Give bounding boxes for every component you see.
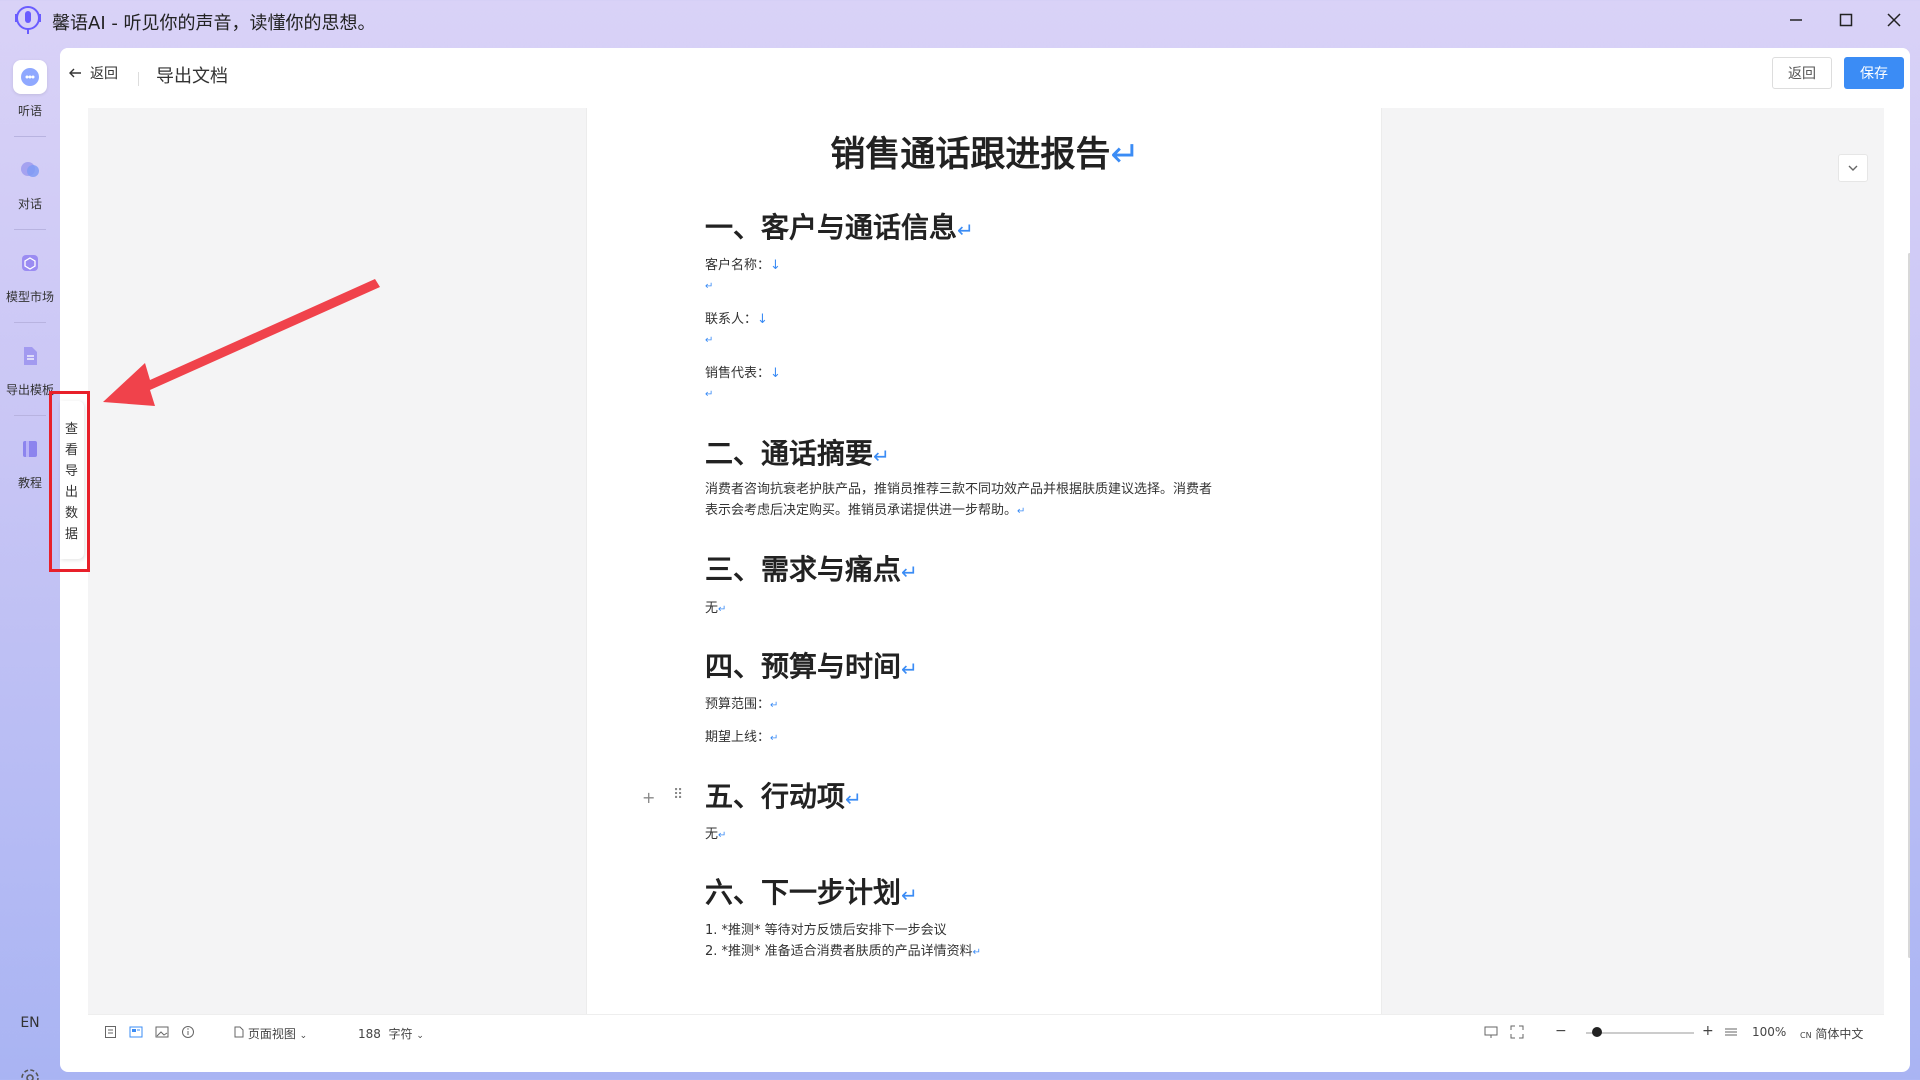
header-divider — [138, 72, 139, 86]
empty-paragraph: ↵ — [705, 335, 714, 346]
arrow-left-icon — [69, 68, 81, 78]
rail-item-chat[interactable]: 对话 — [0, 153, 60, 212]
outline-view-icon[interactable] — [104, 1025, 117, 1042]
paragraph[interactable]: 联系人：↓ — [705, 309, 768, 330]
paragraph[interactable]: 预算范围：↵ — [705, 694, 778, 716]
paragraph[interactable]: 无↵ — [705, 824, 726, 846]
section-heading[interactable]: 四、预算与时间↵ — [705, 645, 918, 685]
zoom-slider[interactable] — [1586, 1032, 1694, 1034]
language-toggle[interactable]: EN — [0, 1015, 60, 1031]
add-block-icon[interactable]: + — [642, 788, 655, 807]
return-button[interactable]: 返回 — [1772, 57, 1832, 89]
image-icon[interactable] — [155, 1025, 169, 1042]
collapse-button[interactable] — [1838, 154, 1868, 182]
view-mode-select[interactable]: 页面视图 ⌄ — [234, 1025, 307, 1042]
paragraph[interactable]: 销售代表：↓ — [705, 363, 781, 384]
language-prefix: CN — [1800, 1031, 1812, 1040]
empty-paragraph: ↵ — [705, 389, 714, 400]
section-heading[interactable]: 五、行动项↵ — [705, 775, 862, 815]
section-heading[interactable]: 二、通话摘要↵ — [705, 432, 890, 472]
rail-item-model-market[interactable]: 模型市场 — [0, 246, 60, 305]
list-item[interactable]: 1. *推测* 等待对方反馈后安排下一步会议 — [705, 920, 947, 941]
section-heading[interactable]: 三、需求与痛点↵ — [705, 548, 918, 588]
top-bar: 返回 导出文档 返回 保存 — [60, 48, 1910, 108]
back-label: 返回 — [90, 66, 118, 82]
section-heading[interactable]: 六、下一步计划↵ — [705, 871, 918, 911]
book-icon — [13, 432, 47, 466]
paragraph[interactable]: 无↵ — [705, 598, 726, 620]
language-label: 简体中文 — [1815, 1027, 1864, 1041]
fit-width-icon[interactable] — [1724, 1025, 1738, 1042]
chevron-down-icon: ⌄ — [299, 1031, 308, 1041]
rail-divider — [14, 229, 46, 230]
app-logo-icon — [15, 6, 41, 34]
editor-area: 销售通话跟进报告↵ 一、客户与通话信息↵ 客户名称：↓ ↵ 联系人：↓ ↵ 销售… — [88, 108, 1910, 1014]
vertical-scrollbar[interactable] — [1908, 253, 1910, 958]
fullscreen-icon[interactable] — [1510, 1025, 1524, 1042]
gear-icon[interactable] — [18, 1066, 42, 1080]
present-icon[interactable] — [1484, 1025, 1498, 1042]
rail-item-listen[interactable]: 听语 — [0, 60, 60, 119]
page-icon — [234, 1026, 244, 1038]
cube-icon — [13, 246, 47, 280]
paragraph[interactable]: 消费者咨询抗衰老护肤产品，推销员推荐三款不同功效产品并根据肤质建议选择。消费者 — [705, 479, 1212, 500]
annotation-arrow-icon — [103, 279, 380, 406]
rail-label: 模型市场 — [5, 290, 54, 304]
char-count-value: 188 — [358, 1027, 381, 1041]
status-bar: 页面视图 ⌄ 188 字符 ⌄ − + 100% CN 简体中文 — [88, 1014, 1884, 1050]
paragraph[interactable]: 期望上线：↵ — [705, 727, 778, 749]
zoom-in-icon[interactable]: + — [1702, 1023, 1714, 1039]
title-bar: 馨语AI - 听见你的声音，读懂你的思想。 — [0, 0, 1920, 40]
document-title[interactable]: 销售通话跟进报告↵ — [587, 126, 1383, 177]
section-heading[interactable]: 一、客户与通话信息↵ — [705, 206, 974, 246]
rail-item-export-template[interactable]: 导出模板 — [0, 339, 60, 398]
rail-label: 听语 — [17, 104, 42, 118]
chat-icon — [13, 153, 47, 187]
main-panel: 返回 导出文档 返回 保存 销售通话跟进报告↵ 一、客户与通话信息↵ 客户名称：… — [60, 48, 1910, 1072]
empty-paragraph: ↵ — [705, 281, 714, 292]
save-button[interactable]: 保存 — [1844, 57, 1904, 89]
layout-view-icon[interactable] — [129, 1025, 143, 1042]
list-item[interactable]: 2. *推测* 准备适合消费者肤质的产品详情资料↵ — [705, 941, 981, 963]
chevron-down-icon: ⌄ — [416, 1031, 424, 1041]
rail-divider — [14, 415, 46, 416]
document-icon — [13, 339, 47, 373]
maximize-icon[interactable] — [1824, 4, 1868, 36]
char-count-unit: 字符 — [388, 1027, 413, 1041]
paragraph[interactable]: 表示会考虑后决定购买。推销员承诺提供进一步帮助。↵ — [705, 500, 1025, 522]
char-count[interactable]: 188 字符 ⌄ — [358, 1025, 424, 1042]
zoom-level[interactable]: 100% — [1752, 1025, 1786, 1039]
minimize-icon[interactable] — [1774, 4, 1818, 36]
highlight-box — [49, 391, 90, 572]
view-mode-label: 页面视图 — [247, 1027, 296, 1041]
drag-handle-icon[interactable]: ⠿ — [673, 787, 683, 803]
rail-label: 对话 — [17, 197, 42, 211]
rail-divider — [14, 136, 46, 137]
zoom-out-icon[interactable]: − — [1555, 1023, 1567, 1039]
chevron-down-icon — [1848, 165, 1858, 171]
window-title: 馨语AI - 听见你的声音，读懂你的思想。 — [52, 13, 376, 34]
zoom-slider-handle[interactable] — [1591, 1027, 1602, 1037]
rail-divider — [14, 322, 46, 323]
info-icon[interactable] — [181, 1025, 195, 1042]
page-title: 导出文档 — [156, 66, 228, 87]
close-icon[interactable] — [1872, 4, 1916, 36]
language-select[interactable]: CN 简体中文 — [1800, 1025, 1863, 1042]
document-page[interactable]: 销售通话跟进报告↵ 一、客户与通话信息↵ 客户名称：↓ ↵ 联系人：↓ ↵ 销售… — [586, 108, 1382, 1014]
back-link[interactable]: 返回 — [68, 63, 118, 83]
paragraph[interactable]: 客户名称：↓ — [705, 255, 781, 276]
ear-icon — [13, 60, 47, 94]
